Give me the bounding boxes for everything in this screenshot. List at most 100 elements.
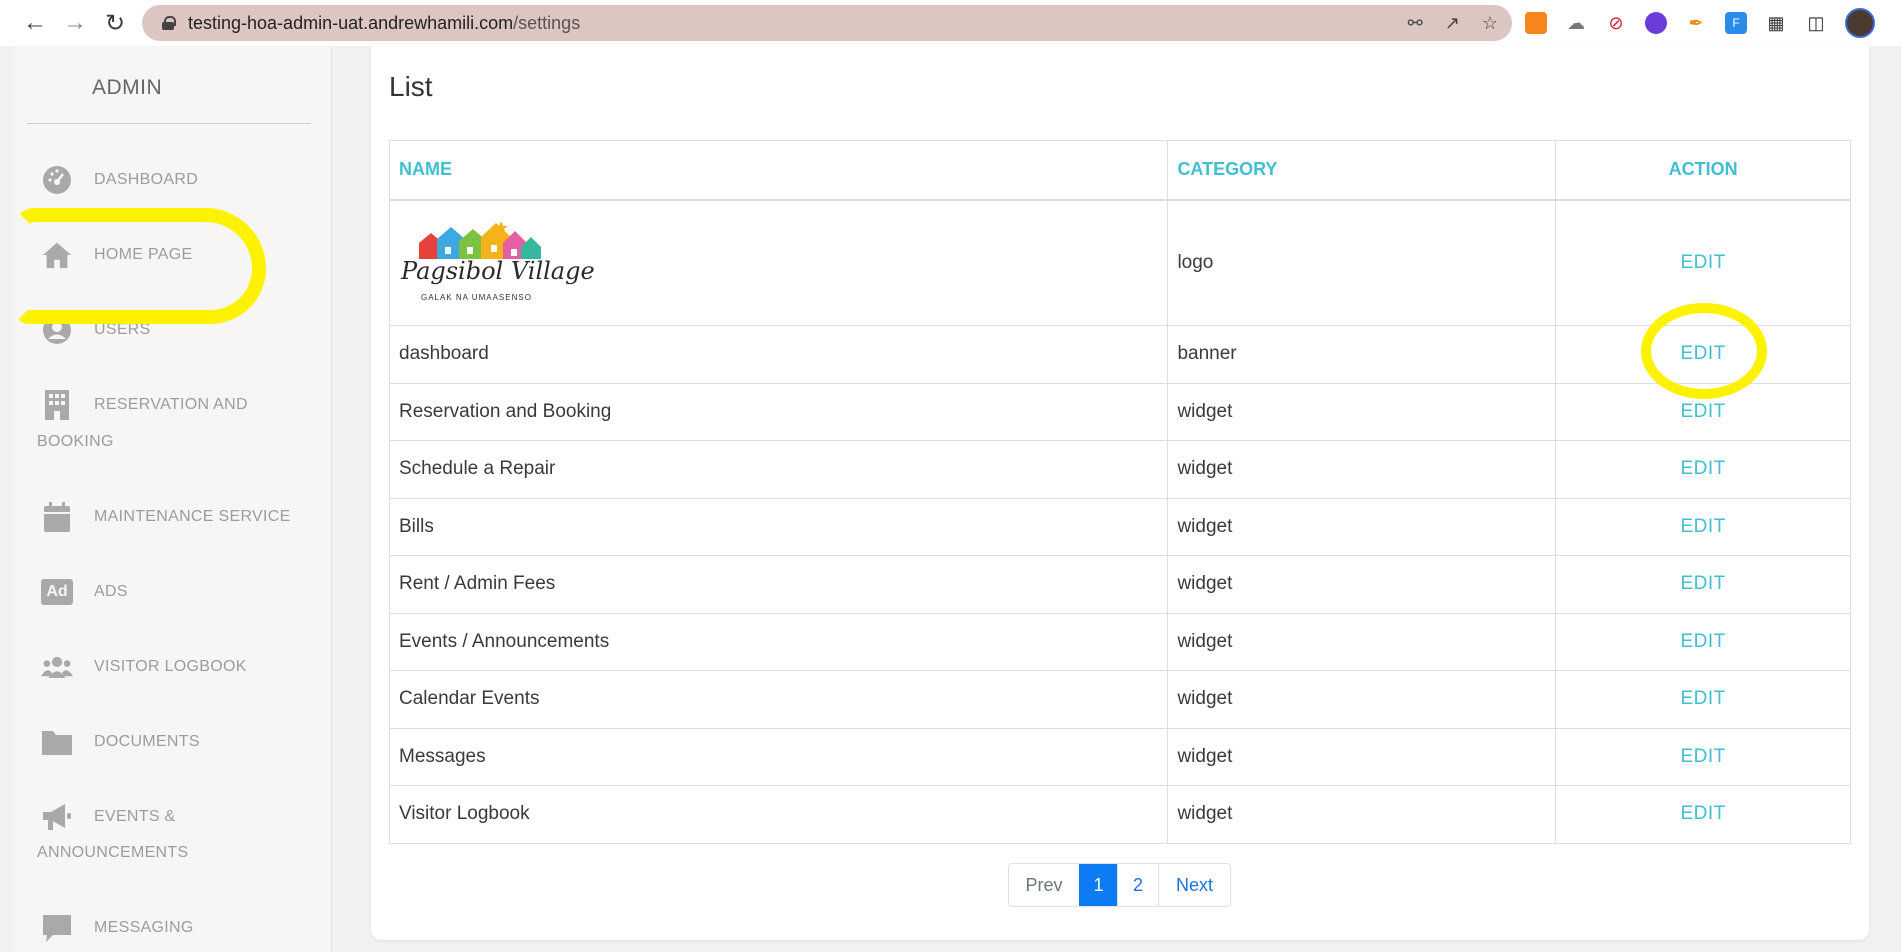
ad-icon: Ad (41, 576, 73, 608)
table-row: Events / Announcements widget EDIT (388, 612, 1851, 671)
edit-button[interactable]: EDIT (1680, 458, 1725, 479)
block-extension-icon[interactable]: ⊘ (1605, 12, 1627, 34)
users-icon (41, 651, 73, 683)
row-category-cell: widget (1167, 497, 1557, 556)
row-name-cell: Visitor Logbook (388, 785, 1169, 844)
folder-icon (41, 726, 73, 758)
row-category-cell: widget (1167, 785, 1557, 844)
edit-button[interactable]: EDIT (1680, 516, 1725, 537)
sidebar-item-label: DOCUMENTS (94, 733, 200, 750)
row-name-cell: Pagsibol Village GALAK NA UMAASENSO (388, 199, 1169, 326)
sidebar-item-label: ADS (94, 583, 128, 600)
sidebar-item-ads[interactable]: Ad ADS (13, 576, 332, 626)
settings-table: NAME CATEGORY ACTION Pagsibol Village GA… (388, 140, 1851, 844)
edit-button[interactable]: EDIT (1680, 631, 1725, 652)
ad-icon-text: Ad (41, 579, 73, 605)
edit-button[interactable]: EDIT (1680, 746, 1725, 767)
pagination-page-2[interactable]: 2 (1117, 864, 1158, 906)
color-picker-extension-icon[interactable]: ✒ (1685, 12, 1707, 34)
sidebar-brand: ADMIN (92, 76, 163, 99)
row-name-cell: Messages (388, 727, 1169, 786)
table-row: dashboard banner EDIT (388, 325, 1851, 384)
row-category-cell: logo (1167, 199, 1557, 326)
row-category-cell: widget (1167, 612, 1557, 671)
edit-button[interactable]: EDIT (1680, 803, 1725, 824)
calendar-icon (41, 501, 73, 533)
sidebar-item-maintenance-service[interactable]: MAINTENANCE SERVICE (13, 501, 332, 551)
puzzle-icon[interactable]: ▦ (1765, 12, 1787, 34)
side-panel-icon[interactable]: ◫ (1805, 12, 1827, 34)
sidebar-item-label: EVENTS & (94, 808, 176, 825)
pagination-page-1[interactable]: 1 (1079, 864, 1117, 906)
logo-script-text: Pagsibol Village (401, 256, 595, 285)
sidebar-item-messaging[interactable]: MESSAGING (13, 912, 332, 952)
f-extension-icon[interactable]: F (1725, 12, 1747, 34)
highlight-circle-home-page (14, 208, 266, 324)
url-text: testing-hoa-admin-uat.andrewhamili.com/s… (188, 13, 580, 34)
sidebar-item-label-line2: BOOKING (37, 433, 114, 450)
cloud-extension-icon[interactable]: ☁ (1565, 12, 1587, 34)
star-icon[interactable]: ☆ (1482, 13, 1498, 34)
sidebar-item-label: RESERVATION AND (94, 396, 248, 413)
page-title: List (389, 71, 433, 102)
edit-button[interactable]: EDIT (1680, 252, 1725, 273)
building-icon (41, 389, 73, 421)
url-path: /settings (513, 12, 581, 33)
edit-button[interactable]: EDIT (1680, 688, 1725, 709)
edit-button[interactable]: EDIT (1680, 401, 1725, 422)
sidebar-item-label-line2: ANNOUNCEMENTS (37, 844, 189, 861)
logo-tagline: GALAK NA UMAASENSO (421, 292, 532, 302)
column-header-action: ACTION (1555, 140, 1851, 201)
row-category-cell: widget (1167, 555, 1557, 614)
address-bar[interactable]: testing-hoa-admin-uat.andrewhamili.com/s… (142, 5, 1512, 41)
table-row: Bills widget EDIT (388, 497, 1851, 556)
url-host: testing-hoa-admin-uat.andrewhamili.com (188, 12, 514, 33)
highlight-circle-edit (1641, 303, 1767, 399)
metamask-extension-icon[interactable] (1525, 12, 1547, 34)
row-category-cell: widget (1167, 727, 1557, 786)
chat-icon (41, 912, 73, 944)
sidebar-item-reservation-booking[interactable]: RESERVATION AND BOOKING (13, 389, 332, 469)
key-icon[interactable]: ⚯ (1408, 13, 1423, 34)
row-category-cell: widget (1167, 440, 1557, 499)
edit-button[interactable]: EDIT (1680, 573, 1725, 594)
row-name-cell: Schedule a Repair (388, 440, 1169, 499)
megaphone-icon (41, 801, 73, 833)
pagination-next-button[interactable]: Next (1158, 864, 1230, 906)
row-category-cell: widget (1167, 670, 1557, 729)
pagination-prev-button[interactable]: Prev (1009, 864, 1079, 906)
browser-toolbar: ← → ↻ testing-hoa-admin-uat.andrewhamili… (0, 0, 1901, 46)
sidebar-item-label: MESSAGING (94, 919, 194, 936)
circle-extension-icon[interactable] (1645, 12, 1667, 34)
table-header-row: NAME CATEGORY ACTION (388, 140, 1851, 201)
profile-avatar[interactable] (1845, 8, 1875, 38)
sidebar-item-dashboard[interactable]: DASHBOARD (13, 164, 332, 214)
sidebar-item-events-announcements[interactable]: EVENTS & ANNOUNCEMENTS (13, 801, 332, 881)
forward-icon[interactable]: → (58, 6, 92, 40)
row-category-cell: banner (1167, 325, 1557, 384)
sidebar-item-label: DASHBOARD (94, 171, 199, 188)
row-name-cell: Calendar Events (388, 670, 1169, 729)
brand-divider (27, 123, 311, 124)
table-row: Reservation and Booking widget EDIT (388, 382, 1851, 441)
sidebar-item-documents[interactable]: DOCUMENTS (13, 726, 332, 776)
table-row: Rent / Admin Fees widget EDIT (388, 555, 1851, 614)
settings-card: List NAME CATEGORY ACTION Pagsibol Villa… (371, 46, 1869, 940)
row-name-cell: Rent / Admin Fees (388, 555, 1169, 614)
row-name-cell: Reservation and Booking (388, 382, 1169, 441)
sidebar: ADMIN DASHBOARD HOME PAGE USERS RESERVAT… (13, 46, 332, 952)
gauge-icon (41, 164, 73, 196)
back-icon[interactable]: ← (18, 6, 52, 40)
sidebar-item-visitor-logbook[interactable]: VISITOR LOGBOOK (13, 651, 332, 701)
share-icon[interactable]: ↗ (1445, 13, 1460, 34)
row-name-cell: dashboard (388, 325, 1169, 384)
table-row: Calendar Events widget EDIT (388, 670, 1851, 729)
row-name-cell: Events / Announcements (388, 612, 1169, 671)
column-header-name[interactable]: NAME (388, 140, 1169, 201)
row-category-cell: widget (1167, 382, 1557, 441)
reload-icon[interactable]: ↻ (98, 6, 132, 40)
village-logo-image: Pagsibol Village GALAK NA UMAASENSO (399, 219, 595, 307)
row-name-cell: Bills (388, 497, 1169, 556)
column-header-category[interactable]: CATEGORY (1167, 140, 1557, 201)
pagination: Prev 1 2 Next (1008, 863, 1231, 907)
